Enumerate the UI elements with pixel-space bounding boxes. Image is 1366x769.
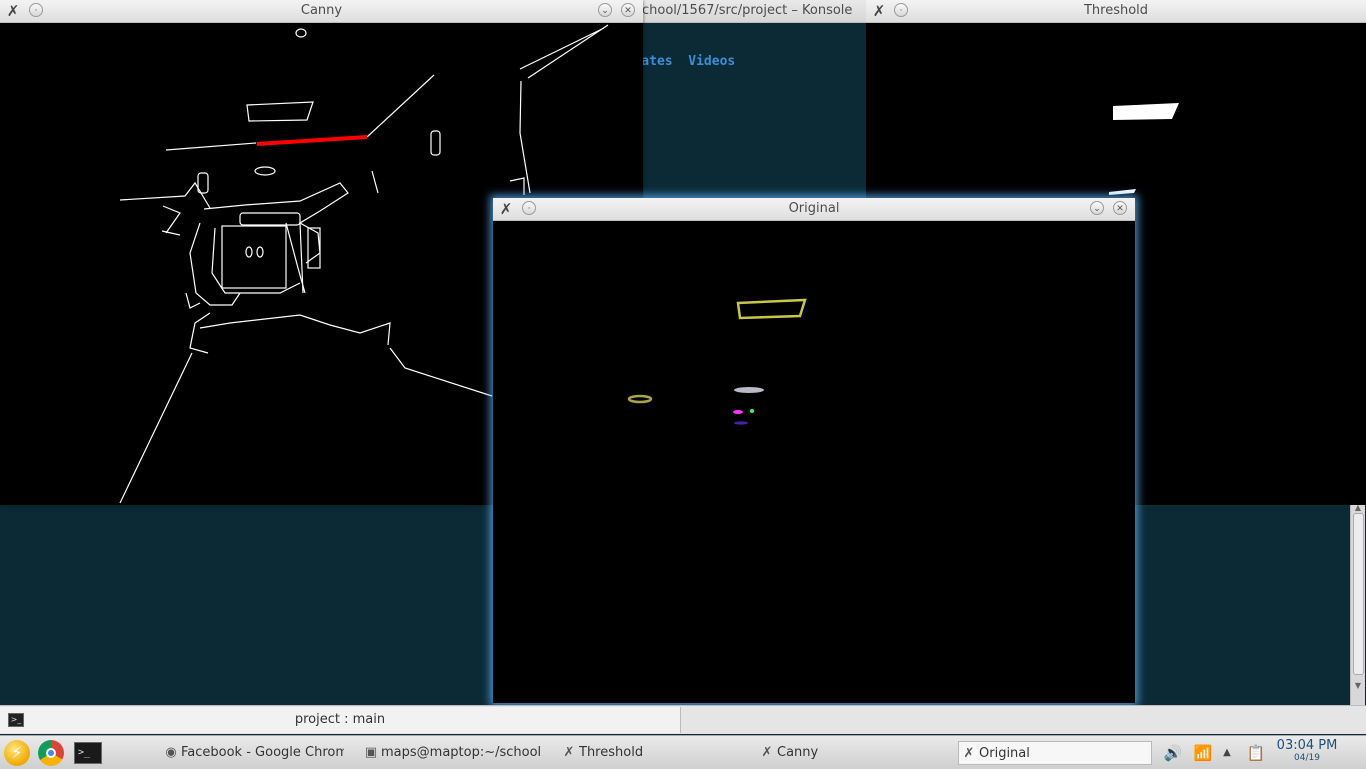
x-app-icon: ✗	[563, 745, 575, 760]
volume-icon[interactable]: 🔊	[1162, 743, 1184, 763]
konsole-scrollbar[interactable]: ▲ ▼	[1350, 503, 1365, 705]
contour-gray	[734, 387, 764, 393]
konsole-tabbar: >_ project : main	[0, 705, 1366, 734]
scrollbar-thumb[interactable]	[1353, 513, 1364, 675]
task-label: Facebook - Google Chrom	[181, 745, 344, 760]
task-label: Threshold	[579, 745, 644, 760]
clock-date: 04/19	[1294, 753, 1320, 763]
threshold-blob	[1113, 103, 1179, 120]
konsole-tab[interactable]: >_ project : main	[0, 707, 681, 733]
threshold-title: Threshold	[1083, 3, 1149, 18]
tab-label: project : main	[294, 712, 386, 727]
original-title: Original	[788, 201, 840, 216]
konsole-content[interactable]: emplates Videos	[632, 40, 866, 200]
wifi-icon[interactable]: 📶	[1192, 743, 1214, 763]
chrome-launcher-icon[interactable]	[38, 740, 64, 766]
close-button[interactable]: ✕	[1113, 201, 1127, 215]
canny-titlebar[interactable]: ✗ · Canny ⌄ ✕	[0, 0, 643, 23]
close-button[interactable]: ✕	[621, 3, 635, 17]
contour-indigo	[734, 421, 748, 425]
task-original[interactable]: ✗ Original	[958, 741, 1152, 765]
task-terminal[interactable]: ▣ maps@maptop:~/school	[364, 741, 542, 765]
minimize-button[interactable]: ⌄	[598, 3, 612, 17]
contour-magenta	[733, 410, 743, 414]
konsole-window[interactable]: chool/1567/src/project – Konsole emplate…	[632, 0, 866, 200]
task-label: maps@maptop:~/school	[381, 745, 542, 760]
clock-time: 03:04 PM	[1276, 738, 1338, 753]
clipboard-icon[interactable]: 📋	[1244, 743, 1268, 763]
taskbar: ⚡ >_ ◉ Facebook - Google Chrom ▣ maps@mapt…	[0, 735, 1366, 769]
scroll-up-arrow-icon[interactable]: ▲	[1353, 503, 1363, 512]
konsole-titlebar[interactable]: chool/1567/src/project – Konsole	[632, 0, 866, 23]
contour-olive	[627, 394, 653, 404]
original-canvas	[493, 221, 1135, 703]
x-app-icon: ✗	[761, 745, 773, 760]
terminal-icon: ▣	[364, 745, 378, 760]
clock[interactable]: 03:04 PM 04/19	[1274, 738, 1340, 763]
original-titlebar[interactable]: ✗ · Original ⌄ ✕	[493, 198, 1135, 221]
konsole-listing: emplates Videos	[632, 54, 736, 69]
contour-green	[750, 409, 754, 413]
task-threshold[interactable]: ✗ Threshold	[562, 741, 742, 765]
task-label: Canny	[777, 745, 819, 760]
contour-yellow	[736, 298, 807, 320]
canny-title: Canny	[300, 3, 343, 18]
terminal-launcher-icon[interactable]: >_	[74, 742, 102, 764]
task-facebook-chrome[interactable]: ◉ Facebook - Google Chrom	[164, 741, 344, 765]
task-label: Original	[979, 746, 1030, 761]
original-image	[627, 298, 807, 425]
original-window[interactable]: ✗ · Original ⌄ ✕	[493, 198, 1135, 703]
threshold-titlebar[interactable]: ✗ · Threshold	[866, 0, 1366, 23]
kickoff-menu-icon[interactable]: ⚡	[4, 740, 30, 766]
detected-line	[256, 135, 368, 146]
scroll-down-arrow-icon[interactable]: ▼	[1353, 681, 1363, 690]
x-app-icon: ✗	[963, 746, 975, 761]
threshold-blob-small	[1109, 189, 1136, 195]
minimize-button[interactable]: ⌄	[1090, 201, 1104, 215]
tray-expand-icon[interactable]: ▲	[1220, 743, 1234, 763]
task-canny[interactable]: ✗ Canny	[760, 741, 940, 765]
chrome-icon: ◉	[165, 745, 177, 760]
konsole-title: chool/1567/src/project – Konsole	[642, 3, 853, 18]
